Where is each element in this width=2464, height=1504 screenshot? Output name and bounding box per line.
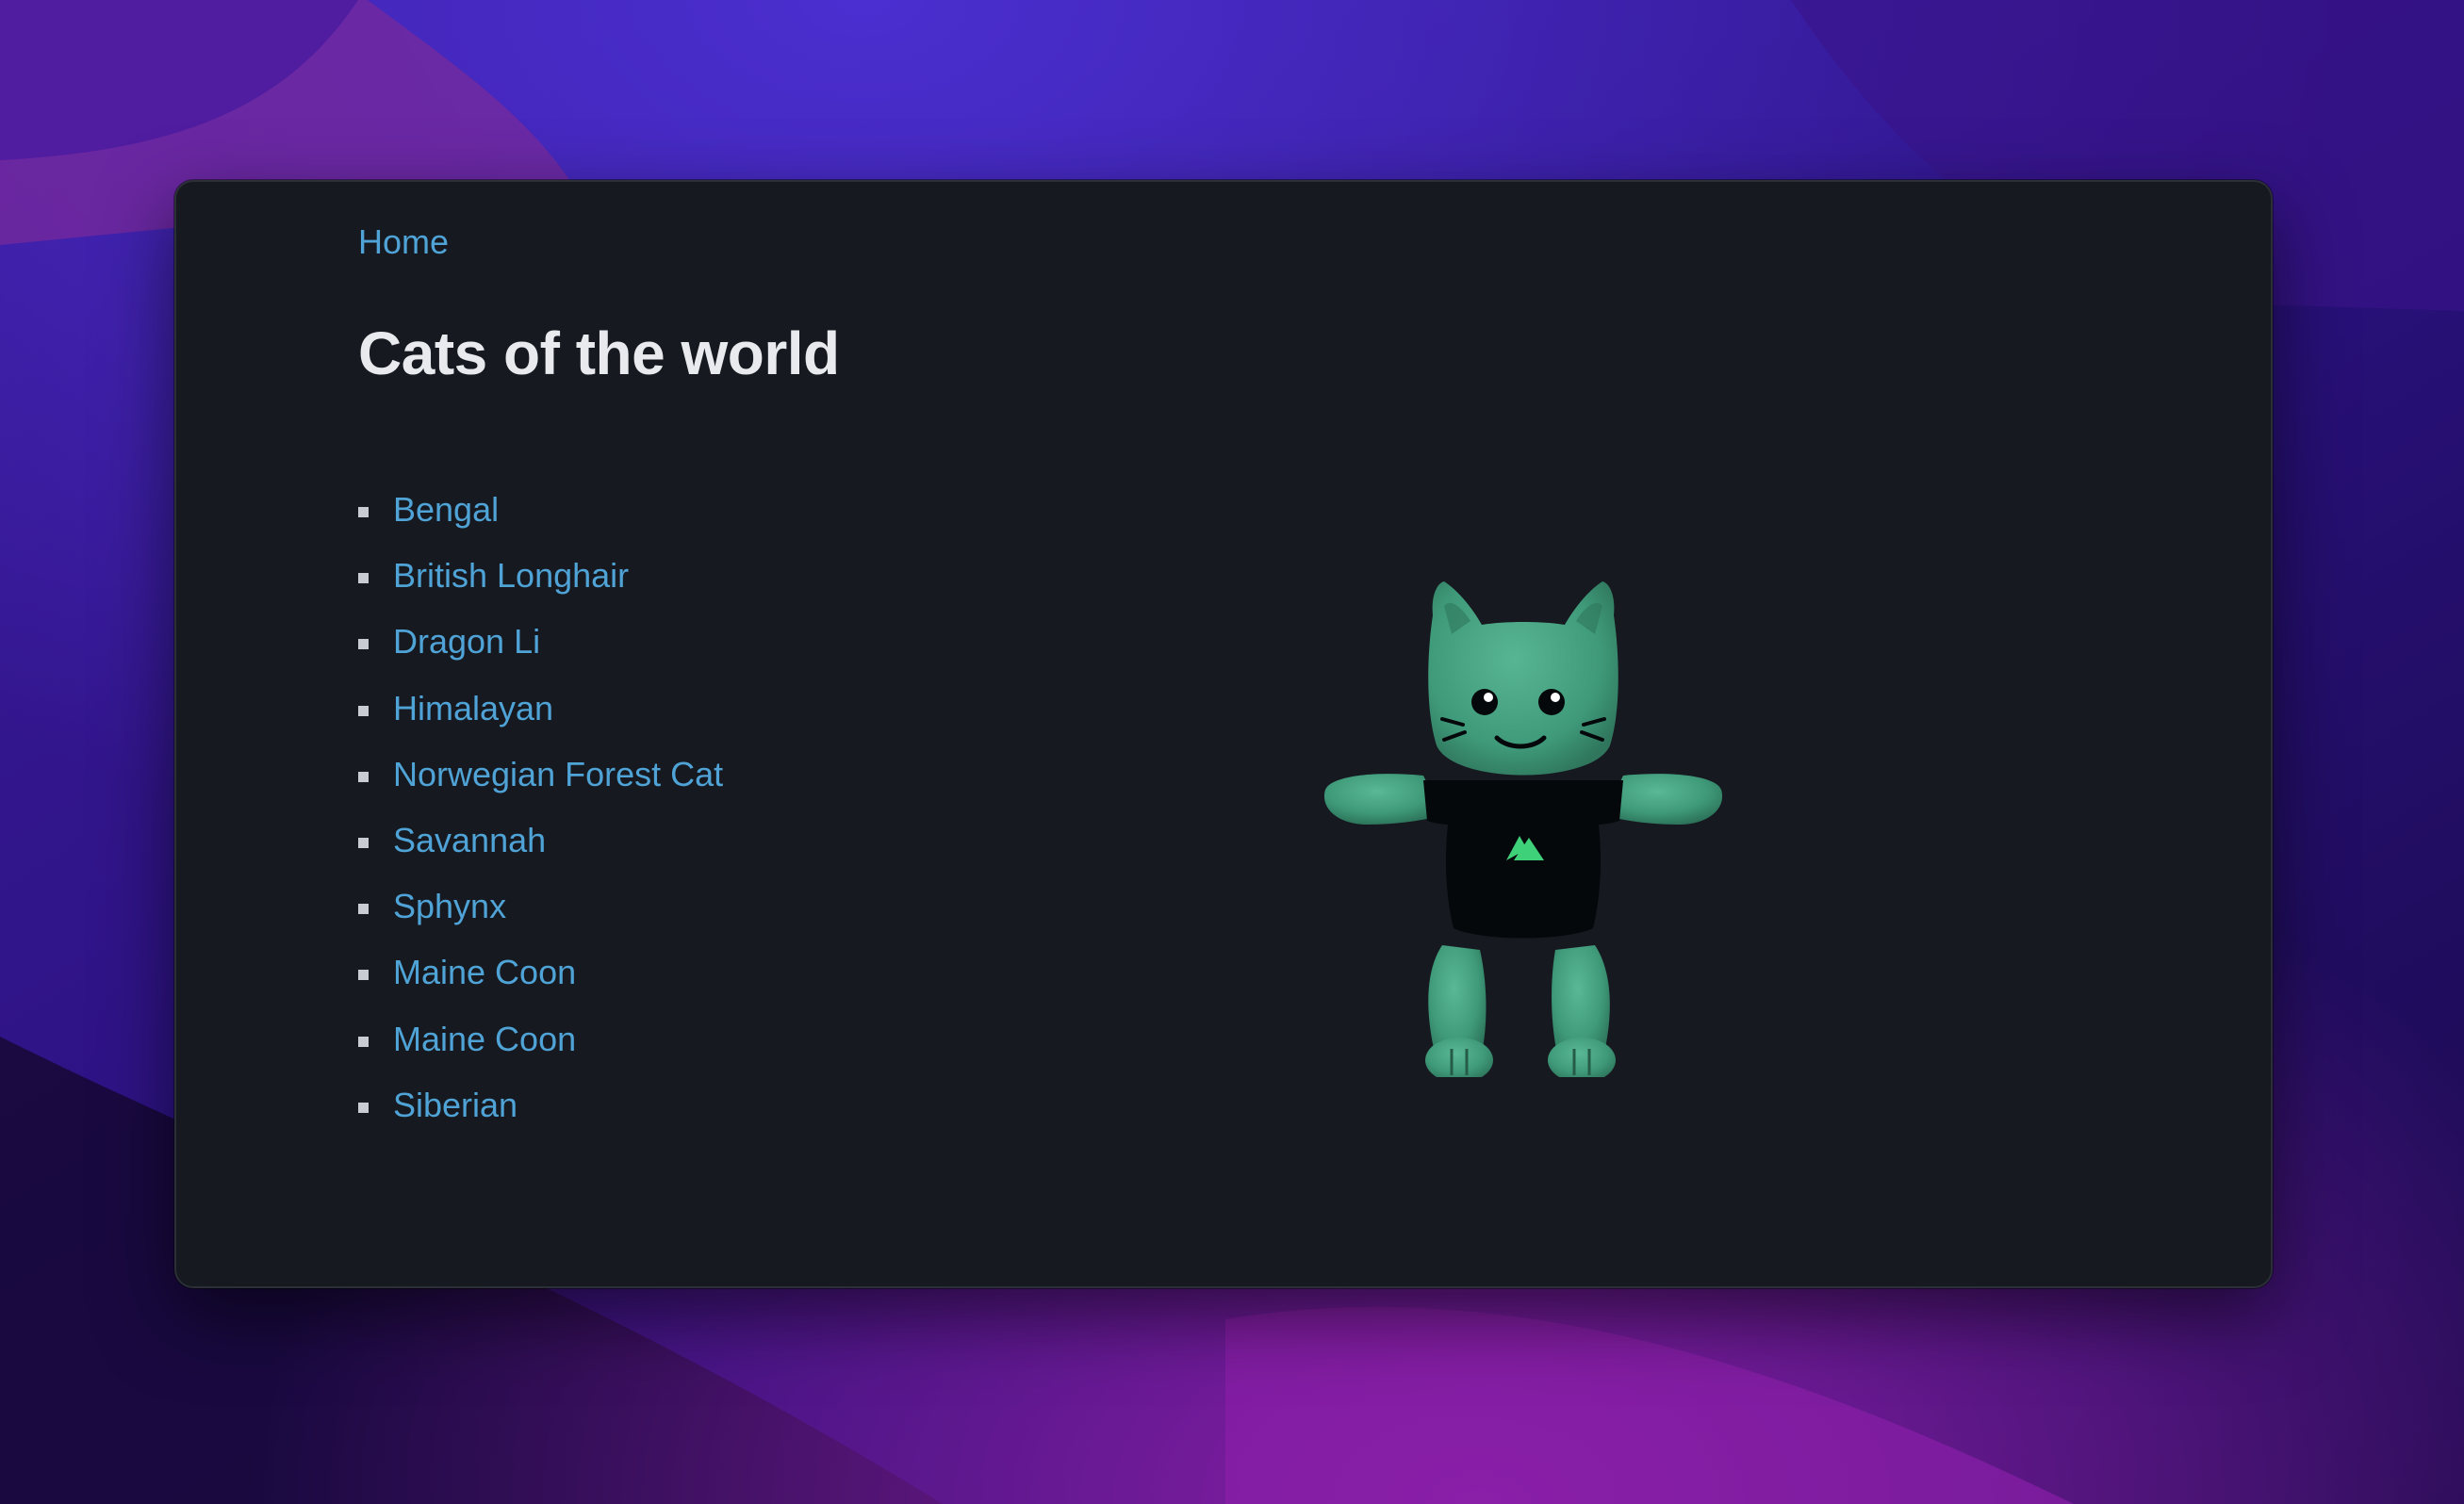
bullet-icon	[358, 837, 369, 848]
list-item: Maine Coon	[358, 1019, 723, 1085]
breed-link-siberian[interactable]: Siberian	[393, 1085, 517, 1126]
list-item: Norwegian Forest Cat	[358, 754, 723, 820]
browser-window: Home Cats of the world Bengal British Lo…	[174, 180, 2273, 1288]
breed-link-savannah[interactable]: Savannah	[393, 820, 546, 861]
page-title: Cats of the world	[358, 319, 840, 387]
bullet-icon	[358, 1036, 369, 1047]
bullet-icon	[358, 970, 369, 981]
bullet-icon	[358, 705, 369, 716]
list-item: Maine Coon	[358, 952, 723, 1018]
bullet-icon	[358, 639, 369, 650]
breed-link-norwegian-forest-cat[interactable]: Norwegian Forest Cat	[393, 754, 723, 795]
bullet-icon	[358, 1102, 369, 1113]
breed-link-dragon-li[interactable]: Dragon Li	[393, 621, 540, 662]
list-item: British Longhair	[358, 555, 723, 621]
list-item: Dragon Li	[358, 621, 723, 687]
list-item: Siberian	[358, 1085, 723, 1151]
breed-link-sphynx[interactable]: Sphynx	[393, 886, 506, 927]
breed-link-himalayan[interactable]: Himalayan	[393, 688, 553, 729]
list-item: Bengal	[358, 489, 723, 555]
list-item: Savannah	[358, 820, 723, 886]
bullet-icon	[358, 573, 369, 584]
bullet-icon	[358, 904, 369, 915]
breed-link-bengal[interactable]: Bengal	[393, 489, 499, 531]
home-link[interactable]: Home	[358, 221, 449, 263]
breed-link-british-longhair[interactable]: British Longhair	[393, 555, 629, 597]
breed-link-maine-coon-2[interactable]: Maine Coon	[393, 1019, 576, 1060]
bullet-icon	[358, 507, 369, 517]
breed-list: Bengal British Longhair Dragon Li Himala…	[358, 489, 723, 1151]
cat-mascot-icon	[1323, 581, 1723, 1077]
bullet-icon	[358, 771, 369, 782]
breed-link-maine-coon[interactable]: Maine Coon	[393, 952, 576, 993]
list-item: Himalayan	[358, 688, 723, 754]
list-item: Sphynx	[358, 886, 723, 952]
